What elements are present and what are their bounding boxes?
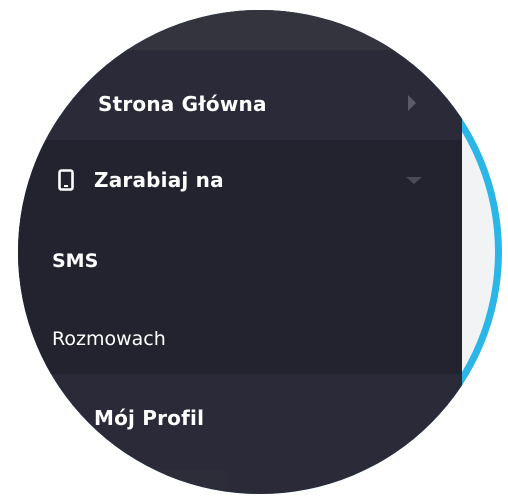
submenu-item-sms[interactable]: SMS (52, 250, 98, 272)
nav-item-home[interactable]: Strona Główna (18, 84, 462, 124)
magnifier-lens: Strona Główna Zarabiaj na SMS Rozmowach … (18, 10, 502, 494)
next-nav-item-hint (108, 470, 228, 494)
nav-item-profile[interactable]: Mój Profil (18, 398, 462, 438)
lens-content: Strona Główna Zarabiaj na SMS Rozmowach … (18, 10, 502, 494)
sidebar-top-band (18, 10, 462, 50)
submenu-item-rozmowach[interactable]: Rozmowach (52, 328, 166, 350)
nav-item-earn-label: Zarabiaj na (94, 168, 224, 192)
mobile-phone-icon (56, 168, 76, 192)
nav-item-profile-label: Mój Profil (94, 406, 205, 430)
chevron-down-icon (406, 177, 422, 184)
nav-item-earn[interactable]: Zarabiaj na (18, 160, 462, 200)
screenshot-stage: Strona Główna Zarabiaj na SMS Rozmowach … (0, 0, 508, 504)
nav-item-home-label: Strona Główna (98, 92, 267, 116)
sidebar: Strona Główna Zarabiaj na SMS Rozmowach … (18, 10, 462, 494)
chevron-right-icon (408, 95, 416, 111)
profile-icon (56, 406, 76, 430)
